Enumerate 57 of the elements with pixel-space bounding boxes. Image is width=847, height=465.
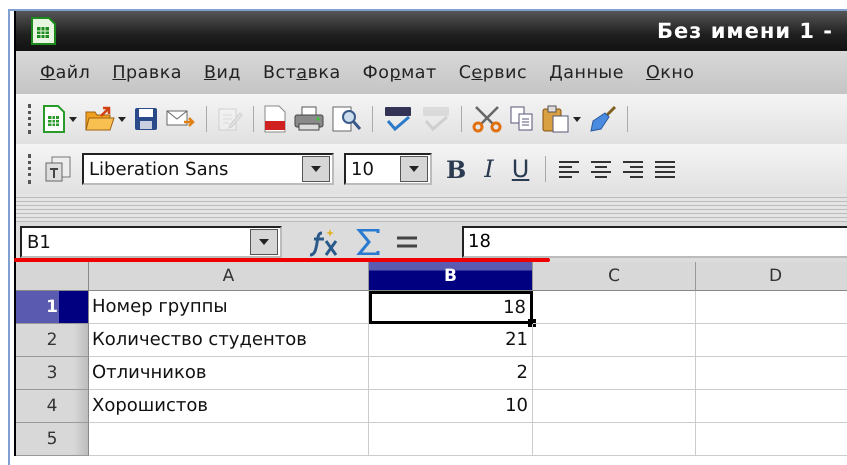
column-header[interactable]: B xyxy=(369,262,533,291)
styles-icon[interactable] xyxy=(44,155,72,183)
align-right-icon[interactable] xyxy=(622,160,644,178)
page-preview-icon[interactable] xyxy=(332,105,362,133)
justify-icon[interactable] xyxy=(654,160,676,178)
row-header[interactable]: 5 xyxy=(16,423,89,456)
table-cell: 10 xyxy=(369,390,533,423)
toolbar-grip[interactable] xyxy=(28,154,34,184)
menu-item[interactable]: Сервис xyxy=(450,62,536,82)
row-header[interactable]: 2 xyxy=(16,324,89,357)
table-cell: Хорошистов xyxy=(89,390,369,423)
align-center-icon[interactable] xyxy=(590,160,612,178)
clipboard-icon[interactable] xyxy=(542,105,570,133)
spellcheck-icon[interactable] xyxy=(383,105,413,133)
equals-icon[interactable] xyxy=(396,236,418,248)
save-icon[interactable] xyxy=(134,107,158,131)
row-header[interactable]: 1 xyxy=(16,291,89,324)
menu-item[interactable]: Данные xyxy=(541,62,632,82)
column-header[interactable]: A xyxy=(89,262,369,291)
name-box[interactable]: B1 xyxy=(20,226,282,258)
printer-icon[interactable] xyxy=(294,106,324,132)
underline-button[interactable]: U xyxy=(508,155,534,183)
align-left-icon[interactable] xyxy=(558,160,580,178)
caret-icon[interactable] xyxy=(573,116,581,122)
table-cell: Номер группы xyxy=(89,291,369,324)
caret-icon[interactable] xyxy=(118,116,126,122)
menu-item[interactable]: Окно xyxy=(638,62,702,82)
new-spreadsheet-icon[interactable] xyxy=(42,105,66,133)
spreadsheet-icon xyxy=(30,17,56,45)
font-name-field[interactable]: Liberation Sans xyxy=(82,153,334,185)
copy-icon[interactable] xyxy=(510,106,534,132)
caret-icon[interactable] xyxy=(69,116,77,122)
menu-item[interactable]: Формат xyxy=(354,62,445,82)
toolbar-grip[interactable] xyxy=(28,104,34,134)
table-cell: 21 xyxy=(369,324,533,357)
row-header[interactable]: 4 xyxy=(16,390,89,423)
pdf-icon[interactable] xyxy=(264,105,286,133)
column-header[interactable]: C xyxy=(533,262,696,291)
bold-button[interactable]: B xyxy=(442,154,470,184)
italic-button[interactable]: I xyxy=(480,155,498,183)
row-header[interactable]: 3 xyxy=(16,357,89,390)
font-size-field[interactable]: 10 xyxy=(344,153,432,185)
table-cell: 18 xyxy=(369,291,533,324)
window-title: Без имени 1 - xyxy=(656,19,833,43)
column-header[interactable]: D xyxy=(696,262,847,291)
table-cell: 2 xyxy=(369,357,533,390)
menu-item[interactable]: Вид xyxy=(196,62,249,82)
formula-input[interactable]: 18 xyxy=(462,226,847,258)
folder-icon[interactable] xyxy=(85,106,115,132)
sum-icon[interactable] xyxy=(356,229,382,255)
paintbrush-icon[interactable] xyxy=(589,105,617,133)
table-cell: Отличников xyxy=(89,357,369,390)
table-cell: Количество студентов xyxy=(89,324,369,357)
menu-item[interactable]: Вставка xyxy=(255,62,349,82)
scissors-icon[interactable] xyxy=(472,105,502,133)
menu-item[interactable]: Правка xyxy=(104,62,190,82)
menu-item[interactable]: Файл xyxy=(32,62,98,82)
